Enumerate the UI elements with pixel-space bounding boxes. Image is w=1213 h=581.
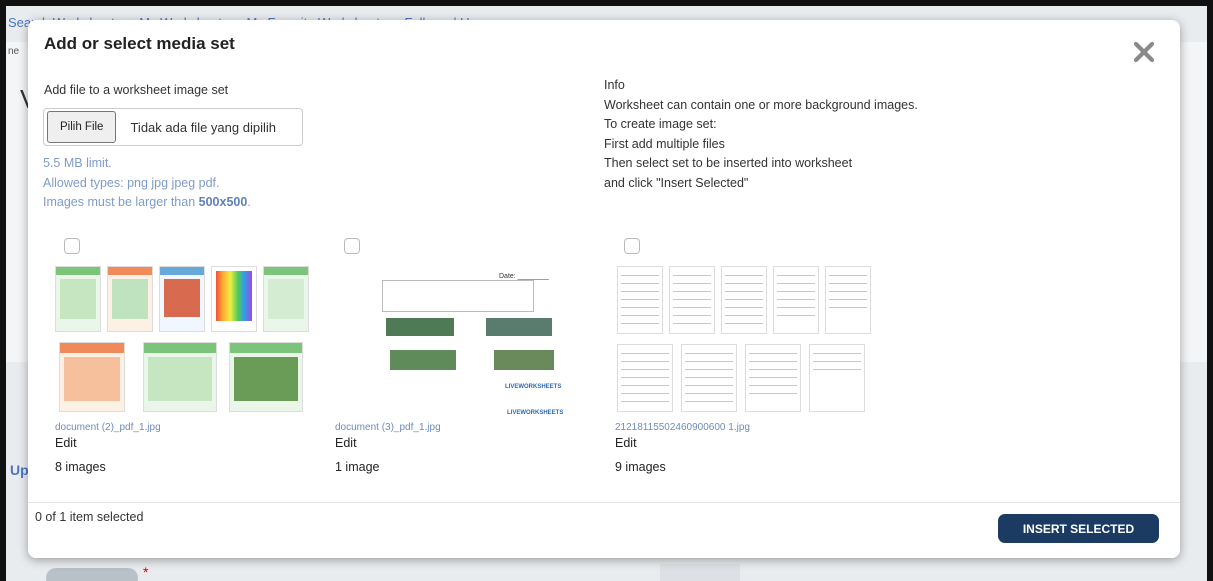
set-filename: 21218115502460900600 1.jpg (615, 422, 750, 433)
set-image-count: 9 images (615, 460, 666, 474)
choose-file-button[interactable]: Pilih File (47, 111, 117, 143)
set-checkbox[interactable] (64, 238, 80, 254)
min-size-value: 500x500 (198, 195, 248, 209)
background-button (46, 568, 138, 581)
info-line: To create image set: (604, 117, 717, 131)
set-edit-link[interactable]: Edit (55, 436, 77, 450)
set-checkbox[interactable] (344, 238, 360, 254)
set-checkbox[interactable] (624, 238, 640, 254)
set-thumbnail[interactable] (615, 266, 875, 420)
set-thumbnail[interactable] (55, 266, 315, 420)
footer-divider (28, 502, 1180, 503)
upload-limits: 5.5 MB limit. Allowed types: png jpg jpe… (43, 154, 251, 213)
allowed-types-text: Allowed types: png jpg jpeg pdf. (43, 175, 220, 190)
upload-label: Add file to a worksheet image set (44, 83, 229, 97)
media-set-card[interactable]: 21218115502460900600 1.jpg Edit 9 images (615, 238, 875, 474)
required-asterisk: * (143, 564, 149, 580)
media-set-card[interactable]: Date: ________ LIVEWORKSHEETS LIVEWORKSH… (335, 238, 595, 474)
set-edit-link[interactable]: Edit (615, 436, 637, 450)
size-limit-text: 5.5 MB limit. (43, 156, 112, 170)
close-button[interactable] (1130, 38, 1158, 66)
info-line: Info (604, 78, 625, 92)
info-line: and click "Insert Selected" (604, 175, 749, 190)
set-image-count: 8 images (55, 460, 106, 474)
selection-status: 0 of 1 item selected (35, 510, 144, 524)
media-set-modal: Add or select media set Add file to a wo… (28, 20, 1180, 558)
info-line: First add multiple files (604, 136, 725, 151)
set-thumbnail[interactable]: Date: ________ LIVEWORKSHEETS LIVEWORKSH… (335, 266, 595, 420)
background-fragment-up: Up (10, 462, 29, 478)
file-status: Tidak ada file yang dipilih (130, 119, 276, 135)
info-line: Worksheet can contain one or more backgr… (604, 97, 918, 112)
min-size-text: Images must be larger than 500x500. (43, 195, 251, 209)
set-filename: document (2)_pdf_1.jpg (55, 422, 161, 433)
set-edit-link[interactable]: Edit (335, 436, 357, 450)
set-image-count: 1 image (335, 460, 380, 474)
file-input[interactable]: Pilih File Tidak ada file yang dipilih (43, 108, 303, 146)
media-set-card[interactable]: document (2)_pdf_1.jpg Edit 8 images (55, 238, 315, 474)
insert-selected-button[interactable]: INSERT SELECTED (998, 514, 1159, 543)
worksheet-brand: LIVEWORKSHEETS (507, 410, 564, 416)
background-block (660, 564, 740, 581)
worksheet-date-label: Date: ________ (499, 273, 549, 280)
close-icon (1133, 41, 1155, 63)
worksheet-brand: LIVEWORKSHEETS (505, 384, 562, 390)
set-filename: document (3)_pdf_1.jpg (335, 422, 441, 433)
info-panel: Info Worksheet can contain one or more b… (604, 76, 918, 193)
background-fragment-ne: ne (8, 46, 20, 57)
info-line: Then select set to be inserted into work… (604, 156, 853, 170)
modal-title: Add or select media set (44, 34, 235, 53)
